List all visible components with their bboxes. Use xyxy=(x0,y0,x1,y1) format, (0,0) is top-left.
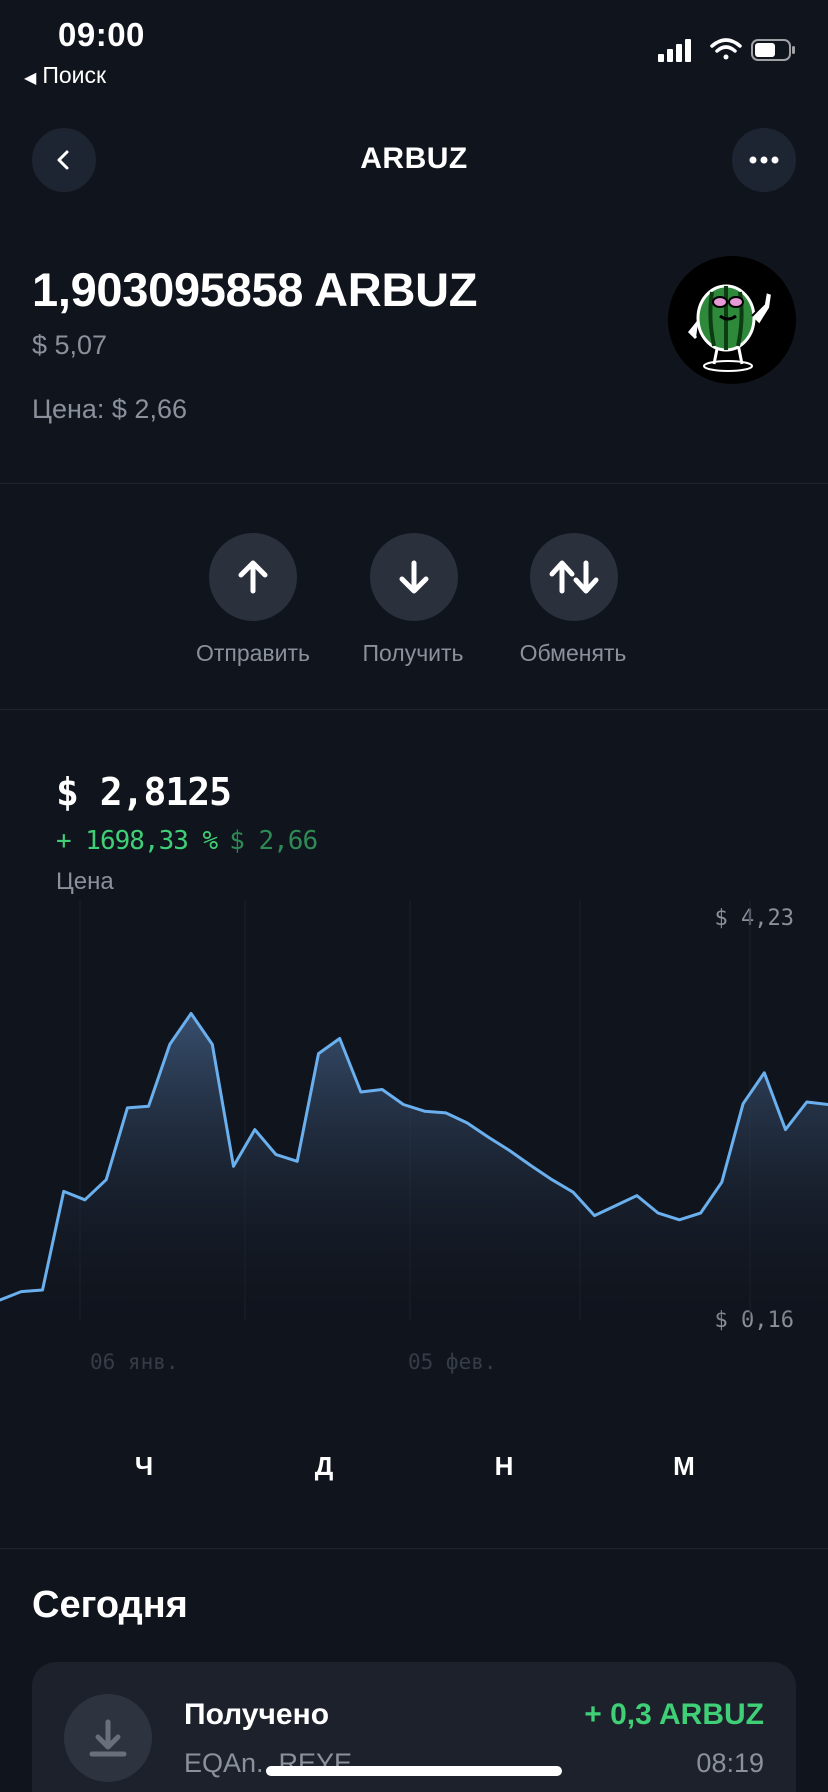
status-time: 09:00 xyxy=(58,16,145,53)
receive-label: Получить xyxy=(362,640,464,666)
transaction-type: Получено xyxy=(184,1698,330,1731)
swap-label: Обменять xyxy=(519,640,627,666)
balance-usd-value: $ 5,07 xyxy=(32,330,108,360)
received-icon-wrap xyxy=(64,1694,152,1782)
status-icons xyxy=(658,38,795,62)
price-chart[interactable] xyxy=(0,900,828,1320)
transaction-amount: + 0,3 ARBUZ xyxy=(584,1698,764,1731)
divider xyxy=(0,483,828,484)
battery-icon xyxy=(751,39,795,61)
download-icon xyxy=(89,1719,127,1757)
page-title: ARBUZ xyxy=(360,142,468,175)
send-button[interactable] xyxy=(209,533,297,621)
range-week-button[interactable]: Н xyxy=(464,1451,544,1482)
arrow-up-icon xyxy=(238,560,268,594)
transaction-time: 08:19 xyxy=(696,1748,764,1778)
current-price: $ 2,8125 xyxy=(56,770,232,814)
token-logo xyxy=(668,256,796,384)
more-button[interactable] xyxy=(732,128,796,192)
date-label-feb: 05 фев. xyxy=(408,1350,497,1374)
divider xyxy=(0,1548,828,1549)
range-day-button[interactable]: Д xyxy=(284,1451,364,1482)
receive-button[interactable] xyxy=(370,533,458,621)
date-label-jan: 06 янв. xyxy=(90,1350,179,1374)
home-indicator xyxy=(266,1766,562,1776)
range-month-button[interactable]: М xyxy=(644,1451,724,1482)
more-dots-icon xyxy=(749,156,779,164)
change-value: $ 2,66 xyxy=(229,826,318,856)
swap-button[interactable] xyxy=(530,533,618,621)
watermelon-mascot-icon xyxy=(687,284,774,372)
chart-area xyxy=(0,1013,828,1320)
token-balance: 1,903095858 ARBUZ xyxy=(32,263,478,316)
divider xyxy=(0,709,828,710)
price-change: + 1698,33 % $ 2,66 xyxy=(56,826,318,856)
send-label: Отправить xyxy=(195,640,311,666)
back-app-label: Поиск xyxy=(42,62,107,88)
section-title-today: Сегодня xyxy=(32,1584,188,1626)
chart-caption: Цена xyxy=(56,868,114,895)
swap-icon xyxy=(549,560,599,594)
token-price: Цена: $ 2,66 xyxy=(32,394,187,424)
range-hour-button[interactable]: Ч xyxy=(104,1451,184,1482)
wifi-icon xyxy=(710,38,742,60)
arrow-down-icon xyxy=(399,560,429,594)
back-triangle-icon: ◀ xyxy=(24,70,37,87)
change-percent: + 1698,33 % xyxy=(56,826,218,856)
back-to-search-link[interactable]: ◀ Поиск xyxy=(24,62,106,89)
signal-icon xyxy=(658,39,691,62)
